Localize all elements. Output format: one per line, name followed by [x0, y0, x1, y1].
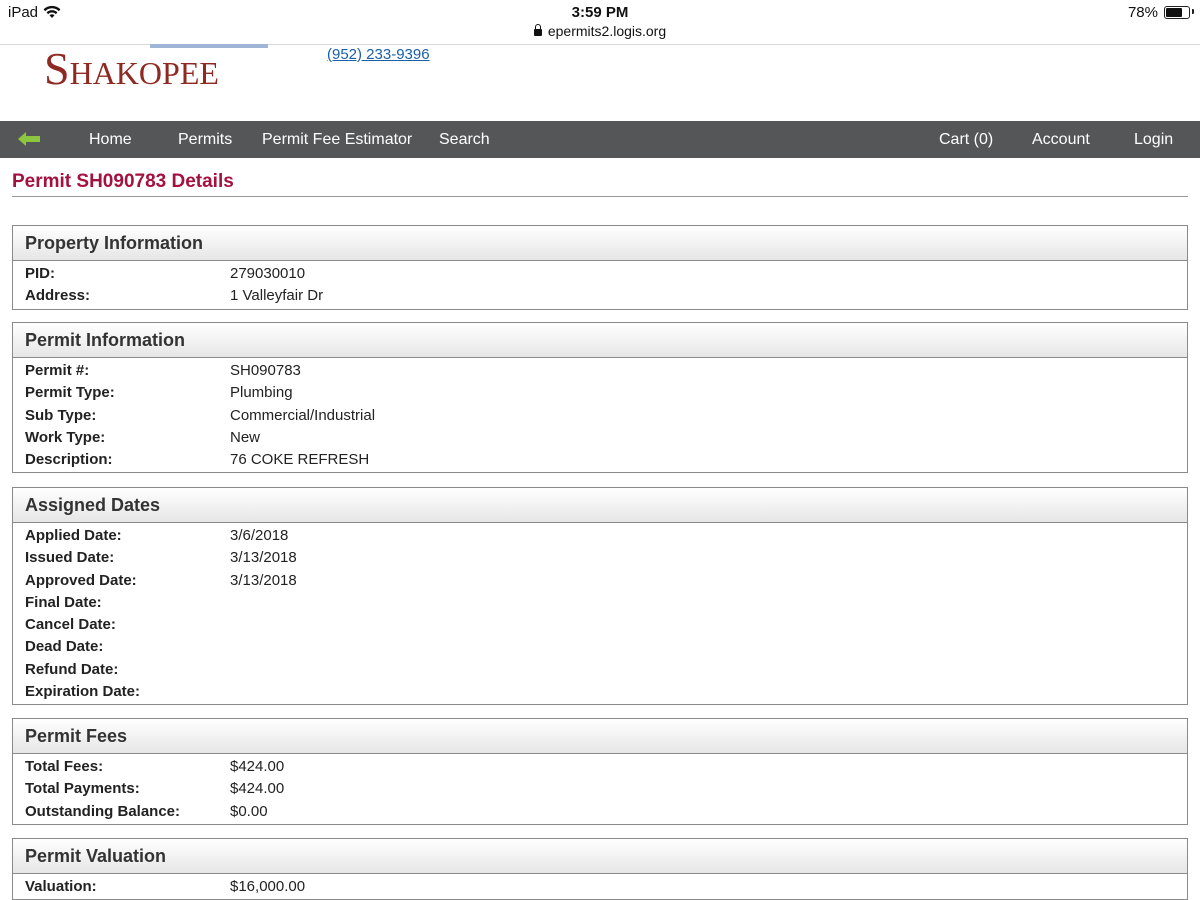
detail-row: Applied Date: 3/6/2018: [13, 525, 1187, 547]
clock: 3:59 PM: [571, 4, 629, 21]
lock-icon: [533, 24, 542, 36]
field-label: PID:: [25, 265, 55, 282]
field-value: 3/13/2018: [230, 571, 297, 589]
nav-home[interactable]: Home: [89, 121, 132, 158]
phone-link[interactable]: (952) 233-9396: [327, 46, 430, 63]
field-label: Description:: [25, 451, 113, 469]
field-value: $424.00: [230, 758, 285, 775]
panel-body: Permit #: SH090783 Permit Type: Plumbing Sub…: [13, 358, 1187, 472]
detail-row: Permit #: SH090783: [13, 360, 1187, 382]
field-label: Approved Date:: [25, 571, 137, 589]
page-title: Permit SH090783 Details: [12, 171, 234, 192]
detail-row: Sub Type: Commercial/Industrial: [13, 405, 1187, 427]
field-value: $424.00: [230, 780, 285, 798]
panel-body: PID: 279030010 Address: 1 Valleyfair Dr: [13, 261, 1187, 309]
nav-permits[interactable]: Permits: [178, 121, 232, 158]
nav-search[interactable]: Search: [439, 121, 490, 158]
field-value: 3/13/2018: [230, 549, 297, 567]
field-label: Total Payments:: [25, 780, 140, 798]
back-arrow-icon[interactable]: [18, 132, 40, 146]
field-label: Cancel Date:: [25, 616, 116, 634]
field-label: Permit #:: [25, 362, 90, 379]
permit-valuation-panel: Permit Valuation Valuation: $16,000.00: [12, 838, 1188, 900]
field-value: 1 Valleyfair Dr: [230, 287, 324, 305]
property-information-panel: Property Information PID: 279030010 Addres…: [12, 225, 1188, 310]
field-value: Plumbing: [230, 384, 293, 402]
detail-row: Valuation: $16,000.00: [13, 876, 1187, 898]
panel-heading: Permit Information: [13, 323, 1187, 358]
shakopee-logo[interactable]: Shakopee: [44, 46, 219, 92]
detail-row: Address: 1 Valleyfair Dr: [13, 285, 1187, 307]
field-value: New: [230, 428, 261, 446]
field-label: Outstanding Balance:: [25, 802, 181, 820]
field-label: Work Type:: [25, 428, 106, 446]
detail-row: Dead Date:: [13, 636, 1187, 658]
battery-tip: [1192, 9, 1194, 14]
nav-cart[interactable]: Cart (0): [939, 121, 993, 158]
battery-fill: [1166, 8, 1182, 17]
detail-row: Final Date:: [13, 592, 1187, 614]
panel-heading: Permit Fees: [13, 719, 1187, 754]
permit-fees-panel: Permit Fees Total Fees: $424.00 Total Paym…: [12, 718, 1188, 825]
detail-row: Cancel Date:: [13, 614, 1187, 636]
main-nav: Home Permits Permit Fee Estimator Search…: [0, 121, 1200, 158]
field-label: Refund Date:: [25, 660, 119, 678]
panel-body: Applied Date: 3/6/2018 Issued Date: 3/13/20…: [13, 523, 1187, 704]
detail-row: Total Payments: $424.00: [13, 778, 1187, 800]
field-label: Permit Type:: [25, 384, 115, 402]
ios-status-bar: iPad 3:59 PM epermits2.logis.org 78%: [0, 0, 1200, 45]
detail-row: Refund Date:: [13, 659, 1187, 681]
field-label: Issued Date:: [25, 549, 115, 567]
nav-permit-fee-estimator[interactable]: Permit Fee Estimator: [262, 121, 412, 158]
detail-row: Outstanding Balance: $0.00: [13, 801, 1187, 823]
detail-row: PID: 279030010: [13, 263, 1187, 285]
detail-row: Work Type: New: [13, 427, 1187, 449]
panel-body: Total Fees: $424.00 Total Payments: $424.00…: [13, 754, 1187, 824]
field-label: Final Date:: [25, 593, 102, 611]
title-divider: [12, 196, 1188, 197]
detail-row: Description: 76 COKE REFRESH: [13, 449, 1187, 471]
field-value: $16,000.00: [230, 878, 306, 895]
assigned-dates-panel: Assigned Dates Applied Date: 3/6/2018 Issu…: [12, 487, 1188, 706]
field-value: 3/6/2018: [230, 527, 289, 544]
detail-row: Expiration Date:: [13, 681, 1187, 703]
field-value: Commercial/Industrial: [230, 406, 376, 424]
field-value: 76 COKE REFRESH: [230, 451, 370, 469]
field-label: Address:: [25, 287, 91, 305]
field-value: $0.00: [230, 802, 268, 820]
panel-heading: Assigned Dates: [13, 488, 1187, 523]
field-label: Dead Date:: [25, 638, 104, 656]
field-label: Valuation:: [25, 878, 97, 895]
address-bar[interactable]: epermits2.logis.org: [0, 23, 1200, 39]
panel-body: Valuation: $16,000.00: [13, 874, 1187, 899]
detail-row: Permit Type: Plumbing: [13, 382, 1187, 404]
battery-icon: [1164, 6, 1190, 19]
field-value: SH090783: [230, 362, 301, 379]
battery-percent: 78%: [1127, 4, 1158, 21]
field-label: Total Fees:: [25, 758, 104, 775]
detail-row: Issued Date: 3/13/2018: [13, 547, 1187, 569]
field-label: Expiration Date:: [25, 683, 141, 701]
field-label: Sub Type:: [25, 406, 97, 424]
nav-login[interactable]: Login: [1134, 121, 1173, 158]
field-label: Applied Date:: [25, 527, 122, 544]
detail-row: Approved Date: 3/13/2018: [13, 570, 1187, 592]
detail-row: Total Fees: $424.00: [13, 756, 1187, 778]
panel-heading: Property Information: [13, 226, 1187, 261]
panel-heading: Permit Valuation: [13, 839, 1187, 874]
permit-information-panel: Permit Information Permit #: SH090783 Perm…: [12, 322, 1188, 474]
url-text: epermits2.logis.org: [547, 23, 667, 39]
nav-account[interactable]: Account: [1032, 121, 1090, 158]
field-value: 279030010: [230, 265, 306, 282]
